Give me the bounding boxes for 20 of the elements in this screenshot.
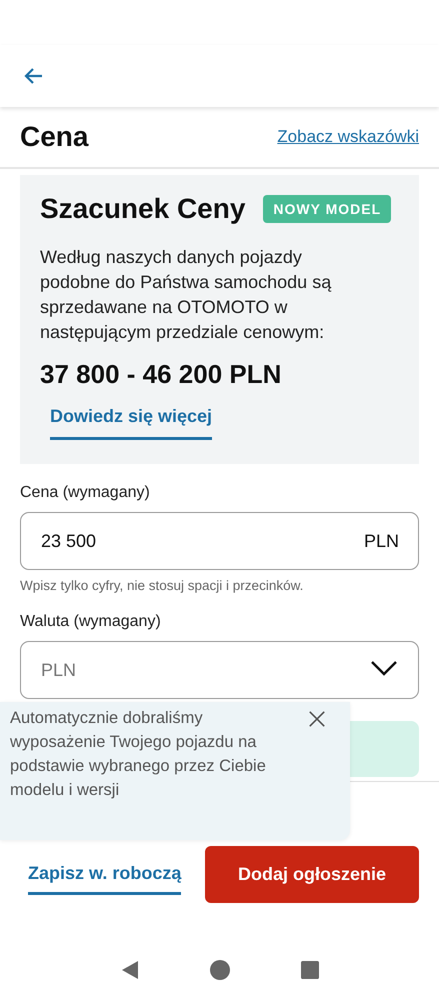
estimate-description: Według naszych danych pojazdy podobne do Państwa samochodu są sprzedawane na OTOMOTO w następującym przedziale cenowym: [40, 246, 332, 344]
price-hint: Wpisz tylko cyfry, nie stosuj spacji i przecinków. [20, 578, 304, 593]
toast-message: Automatycznie dobraliśmy wyposażenie Twojego pojazdu na podstawie wybranego przez Ciebie modelu i wersji [10, 708, 267, 801]
price-label: Cena (wymagany) [20, 484, 151, 502]
recents-square-icon[interactable] [300, 961, 319, 979]
save-draft-button[interactable]: Zapisz w. roboczą [28, 854, 182, 894]
chevron-down-icon [370, 660, 398, 676]
learn-more-link[interactable]: Dowiedz się więcej [50, 406, 212, 440]
currency-unit: PLN [364, 531, 399, 552]
estimate-title: Szacunek Ceny [40, 193, 246, 225]
close-icon[interactable] [308, 710, 326, 728]
back-triangle-icon[interactable] [120, 960, 140, 980]
new-model-badge: NOWY MODEL [263, 195, 392, 223]
currency-label: Waluta (wymagany) [20, 613, 162, 631]
submit-button[interactable]: Dodaj ogłoszenie [205, 846, 419, 903]
home-circle-icon[interactable] [210, 960, 230, 980]
hints-link[interactable]: Zobacz wskazówki [277, 127, 419, 147]
page-title: Cena [20, 121, 88, 153]
price-range: 37 800 - 46 200 PLN [40, 359, 282, 390]
currency-dropdown[interactable]: PLN [20, 641, 419, 699]
